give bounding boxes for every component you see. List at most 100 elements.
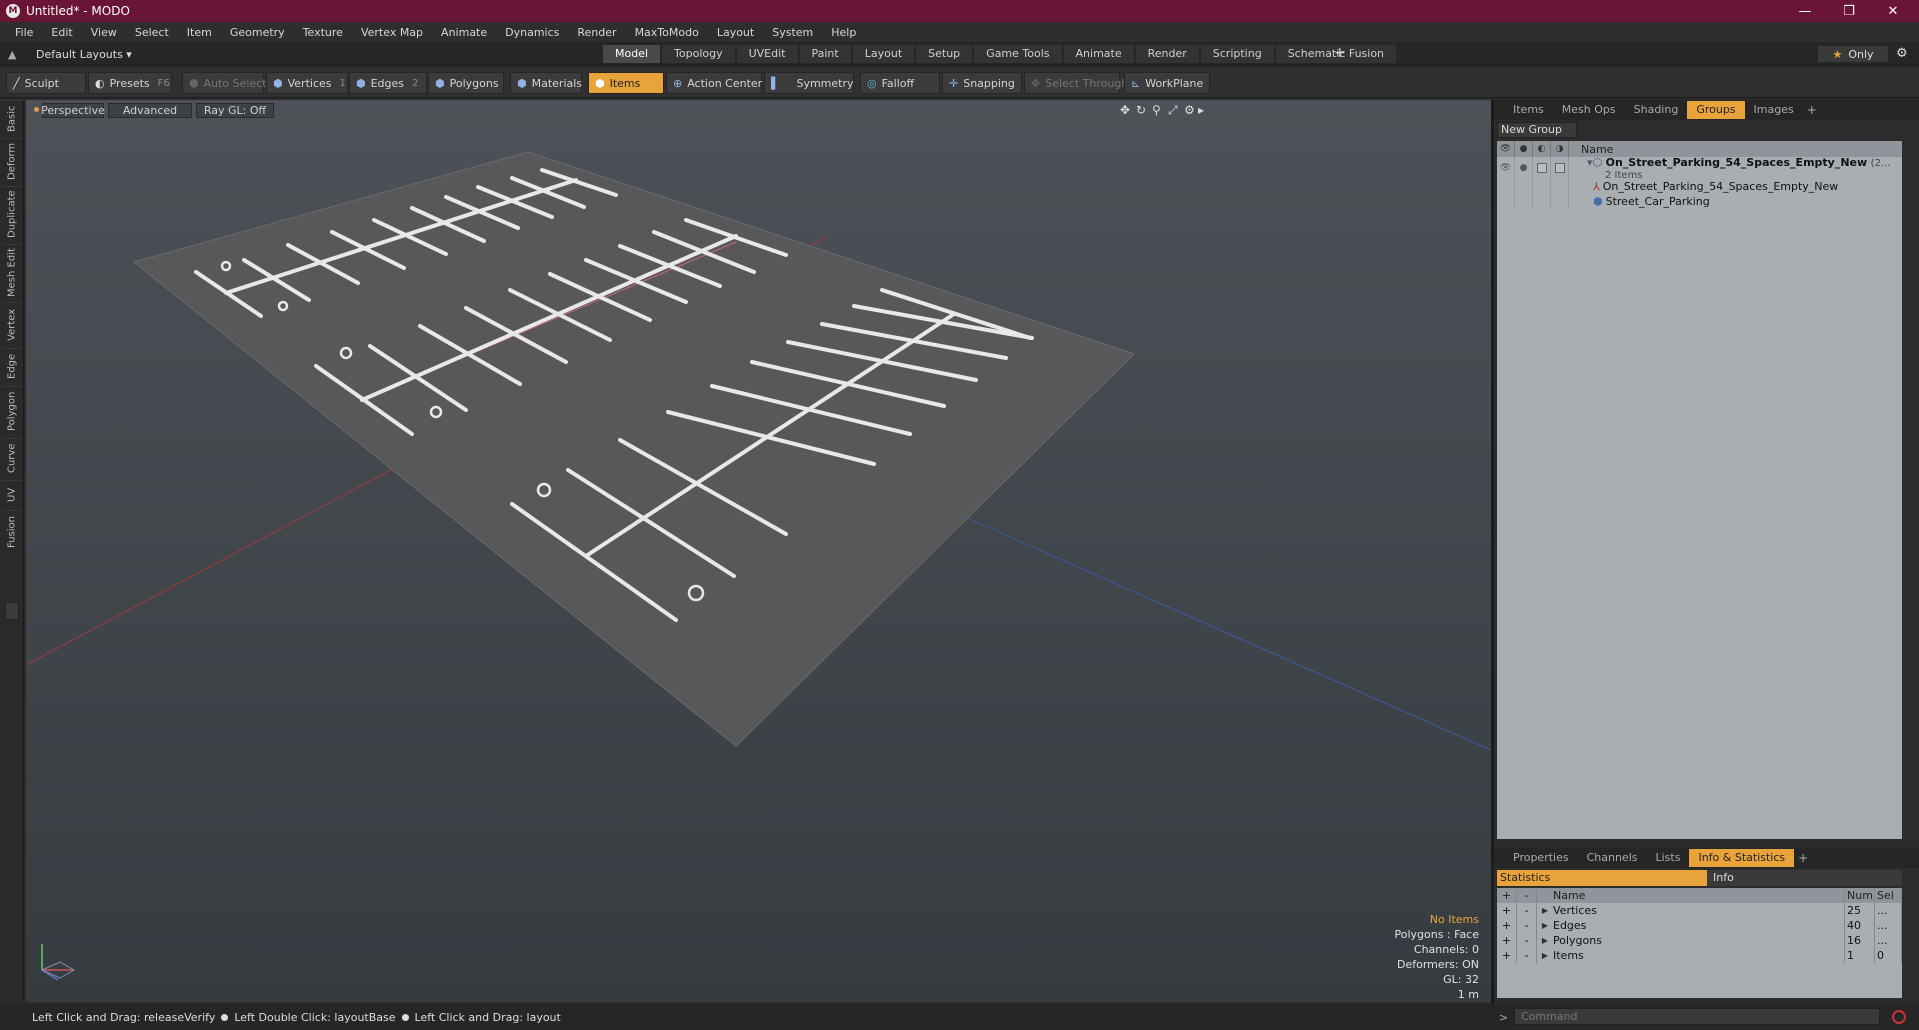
select-column-icon[interactable]: ◑ — [1551, 141, 1569, 157]
group-row[interactable]: 👁 ● ▾⬡ On_Street_Parking_54_Spaces_Empty… — [1497, 157, 1902, 182]
render-column-icon[interactable]: ● — [1515, 141, 1533, 157]
layout-selector[interactable]: ▲ Default Layouts ▾ — [8, 46, 132, 62]
vertices-button[interactable]: ⬢ Vertices 1 — [266, 72, 348, 94]
auto-select-button[interactable]: ⬢ Auto Select — [182, 72, 267, 94]
tab-game-tools[interactable]: Game Tools — [974, 45, 1062, 63]
tab-render[interactable]: Render — [1135, 45, 1199, 63]
maximize-button[interactable]: ❐ — [1827, 0, 1871, 22]
lock-checkbox[interactable] — [1536, 163, 1547, 173]
menu-item[interactable]: Item — [178, 26, 221, 39]
row-add-button[interactable]: + — [1497, 918, 1517, 933]
tab-setup[interactable]: Setup — [916, 45, 973, 63]
pan-icon[interactable]: ✥ — [1120, 103, 1130, 117]
sculpt-button[interactable]: ╱ Sculpt — [6, 72, 86, 94]
group-child-row[interactable]: ⅄ On_Street_Parking_54_Spaces_Empty_New — [1497, 179, 1902, 194]
presets-button[interactable]: ◐ Presets F6 — [88, 72, 172, 94]
add-tab-plus-icon[interactable]: + — [1798, 851, 1808, 865]
scene-canvas[interactable] — [26, 100, 1491, 1002]
vtab-duplicate[interactable]: Duplicate — [2, 186, 22, 242]
row-add-button[interactable]: + — [1497, 903, 1517, 918]
expand-triangle-icon[interactable]: ▶ — [1537, 903, 1553, 918]
expand-triangle-icon[interactable]: ▶ — [1537, 918, 1553, 933]
tab-mesh-ops[interactable]: Mesh Ops — [1553, 101, 1625, 119]
polygons-button[interactable]: ⬢ Polygons — [428, 72, 504, 94]
lock-toggle[interactable] — [1533, 157, 1551, 179]
table-row[interactable]: + - ▶ Vertices 25 ... — [1497, 903, 1902, 918]
falloff-button[interactable]: ◎ Falloff — [860, 72, 940, 94]
tab-info-statistics[interactable]: Info & Statistics — [1689, 849, 1795, 867]
row-add-button[interactable]: + — [1497, 933, 1517, 948]
items-button[interactable]: ⬢ Items — [588, 72, 664, 94]
group-child-row[interactable]: ⬢ Street_Car_Parking — [1497, 194, 1902, 209]
tab-shading[interactable]: Shading — [1625, 101, 1688, 119]
menu-geometry[interactable]: Geometry — [221, 26, 294, 39]
row-add-button[interactable]: + — [1497, 948, 1517, 963]
vtab-curve[interactable]: Curve — [2, 438, 22, 478]
viewport-menu-dot[interactable] — [34, 107, 39, 112]
menu-maxtomodo[interactable]: MaxToModo — [626, 26, 708, 39]
tab-items[interactable]: Items — [1504, 101, 1553, 119]
tab-topology[interactable]: Topology — [662, 45, 735, 63]
vtab-uv[interactable]: UV — [2, 480, 22, 508]
tab-animate[interactable]: Animate — [1063, 45, 1134, 63]
tab-properties[interactable]: Properties — [1504, 849, 1578, 867]
menu-help[interactable]: Help — [822, 26, 865, 39]
new-group-button[interactable]: New Group — [1497, 122, 1577, 138]
row-remove-button[interactable]: - — [1517, 918, 1537, 933]
zoom-icon[interactable]: ⚲ — [1152, 103, 1161, 117]
select-toggle[interactable] — [1551, 157, 1569, 179]
command-input[interactable] — [1514, 1008, 1880, 1025]
left-panel-toggle[interactable] — [5, 602, 19, 620]
subtab-info[interactable]: Info — [1707, 870, 1902, 886]
tab-uvedit[interactable]: UVEdit — [736, 45, 798, 63]
add-tab-plus-icon[interactable]: + — [1334, 45, 1346, 61]
select-through-button[interactable]: ✥ Select Through — [1024, 72, 1128, 94]
expand-triangle-icon[interactable]: ▶ — [1537, 948, 1553, 963]
row-remove-button[interactable]: - — [1517, 948, 1537, 963]
minimize-button[interactable]: — — [1783, 0, 1827, 22]
shading-mode-button[interactable]: Advanced — [108, 103, 192, 118]
tab-scripting[interactable]: Scripting — [1200, 45, 1274, 63]
viewport-gear-icon[interactable]: ⚙ — [1184, 103, 1195, 117]
tab-model[interactable]: Model — [603, 45, 661, 63]
render-toggle-icon[interactable]: ● — [1515, 157, 1533, 179]
close-button[interactable]: ✕ — [1871, 0, 1915, 22]
tab-layout[interactable]: Layout — [852, 45, 915, 63]
view-mode-button[interactable]: Perspective — [41, 103, 105, 118]
snapping-button[interactable]: ✛ Snapping — [942, 72, 1022, 94]
lock-column-icon[interactable]: ◐ — [1533, 141, 1551, 157]
raygl-button[interactable]: Ray GL: Off — [196, 103, 274, 118]
materials-button[interactable]: ⬢ Materials — [510, 72, 582, 94]
row-remove-button[interactable]: - — [1517, 933, 1537, 948]
viewport-expand-icon[interactable]: ▸ — [1198, 103, 1204, 117]
menu-texture[interactable]: Texture — [294, 26, 352, 39]
workplane-button[interactable]: ⊾ WorkPlane — [1124, 72, 1210, 94]
vtab-basic[interactable]: Basic — [2, 100, 22, 136]
tab-paint[interactable]: Paint — [799, 45, 851, 63]
rotate-icon[interactable]: ↻ — [1136, 103, 1146, 117]
stop-icon[interactable] — [1892, 1010, 1906, 1024]
expand-all-header[interactable]: + — [1497, 888, 1517, 903]
add-tab-plus-icon[interactable]: + — [1807, 103, 1817, 117]
vtab-deform[interactable]: Deform — [2, 138, 22, 184]
tab-channels[interactable]: Channels — [1578, 849, 1647, 867]
visibility-toggle-icon[interactable]: 👁 — [1497, 157, 1515, 179]
menu-vertex-map[interactable]: Vertex Map — [352, 26, 432, 39]
menu-layout[interactable]: Layout — [708, 26, 763, 39]
menu-system[interactable]: System — [763, 26, 822, 39]
subtab-statistics[interactable]: Statistics — [1497, 870, 1707, 886]
menu-dynamics[interactable]: Dynamics — [496, 26, 568, 39]
row-remove-button[interactable]: - — [1517, 903, 1537, 918]
only-button[interactable]: ★ Only — [1818, 46, 1888, 62]
vtab-mesh-edit[interactable]: Mesh Edit — [2, 244, 22, 300]
menu-select[interactable]: Select — [126, 26, 178, 39]
tab-images[interactable]: Images — [1745, 101, 1803, 119]
select-checkbox[interactable] — [1554, 163, 1565, 173]
3d-viewport[interactable]: Perspective Advanced Ray GL: Off ✥ ↻ ⚲ ⤢… — [26, 100, 1491, 1002]
menu-render[interactable]: Render — [568, 26, 625, 39]
visibility-column-icon[interactable]: 👁 — [1497, 141, 1515, 157]
menu-animate[interactable]: Animate — [432, 26, 496, 39]
collapse-all-header[interactable]: - — [1517, 888, 1537, 903]
symmetry-button[interactable]: ▌ Symmetry — [764, 72, 854, 94]
menu-view[interactable]: View — [82, 26, 126, 39]
